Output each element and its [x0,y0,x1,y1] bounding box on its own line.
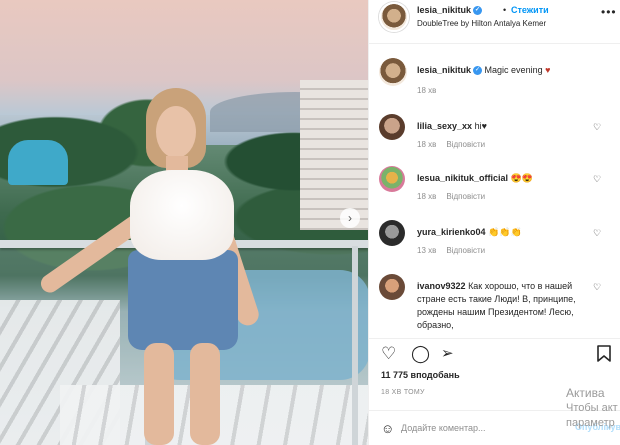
comment-time: 13 хв [417,246,437,255]
comment-like-heart-icon[interactable]: ♡ [593,228,601,239]
comment-meta: 13 хв Відповісти [417,246,485,255]
author-avatar[interactable] [379,2,409,32]
water-slide [8,140,68,185]
caption-avatar[interactable] [379,58,407,86]
comment-body: hi♥ [474,121,487,131]
railing-post [352,246,358,445]
windows-activation-watermark: Актива Чтобы акт параметр [566,386,620,431]
comment-body: 😍😍 [510,173,533,183]
comment-icon[interactable]: ◯ [411,345,430,363]
woman-leg-left [144,343,174,445]
chevron-right-icon: › [348,211,352,225]
reply-link[interactable]: Відповісти [446,192,485,201]
woman-figure [37,88,310,445]
feather-top [130,170,234,260]
commenter-avatar[interactable] [379,166,405,192]
comment-text: lilia_sexy_xx hi♥ [417,120,593,133]
reply-link[interactable]: Відповісти [446,140,485,149]
commenter-avatar[interactable] [379,274,405,300]
denim-shorts [128,250,238,350]
comment-text: ivanov9322 Как хорошо, что в нашей стран… [417,280,593,332]
post-header: lesia_nikituk ✓ • Стежити DoubleTree by H… [369,0,620,44]
post-location[interactable]: DoubleTree by Hilton Antalya Kemer [417,19,546,28]
hotel-building [300,80,368,230]
comment-text: yura_kirienko04 👏👏👏 [417,226,593,239]
caption-meta: 18 хв [417,86,436,95]
watermark-line-2: Чтобы акт [566,402,618,414]
caption-body: Magic evening [484,65,543,75]
woman-leg-right [190,343,220,445]
caption-username[interactable]: lesia_nikituk [417,65,471,75]
comment-meta: 18 хв Відповісти [417,192,485,201]
share-icon[interactable]: ➢ [441,345,454,363]
author-username[interactable]: lesia_nikituk ✓ [417,5,483,16]
post-photo[interactable]: › [0,0,368,445]
commenter-username[interactable]: lilia_sexy_xx [417,121,472,131]
comment-time: 18 хв [417,192,437,201]
comments-list[interactable]: lesia_nikituk ✓ Magic evening ♥ 18 хв lil… [369,50,620,340]
emoji-smile-icon[interactable]: ☺ [381,421,394,436]
comment-text: lesua_nikituk_official 😍😍 [417,172,593,185]
reply-link[interactable]: Відповісти [446,246,485,255]
commenter-avatar[interactable] [379,220,405,246]
follow-button[interactable]: Стежити [511,5,549,15]
commenter-username[interactable]: ivanov9322 [417,281,466,291]
post-time[interactable]: 18 ХВ ТОМУ [381,389,425,396]
post-details-panel: lesia_nikituk ✓ • Стежити DoubleTree by H… [368,0,620,445]
bookmark-icon[interactable] [597,345,611,367]
more-options-icon[interactable]: ••• [601,5,617,19]
comment-body: 👏👏👏 [488,227,522,237]
heart-emoji: ♥ [545,65,551,75]
verified-badge-icon: ✓ [473,66,483,76]
heart-icon[interactable]: ♡ [381,345,396,363]
likes-count[interactable]: 11 775 вподобань [381,370,460,380]
verified-badge-icon: ✓ [473,6,483,16]
comment-meta: 18 хв Відповісти [417,140,485,149]
caption-time: 18 хв [417,86,437,95]
watermark-line-3: параметр [566,417,615,429]
commenter-username[interactable]: yura_kirienko04 [417,227,486,237]
commenter-avatar[interactable] [379,114,405,140]
watermark-line-1: Актива [566,386,605,400]
comment-input[interactable] [401,419,561,437]
caption-text: lesia_nikituk ✓ Magic evening ♥ [417,64,593,77]
comment-time: 18 хв [417,140,437,149]
next-photo-button[interactable]: › [340,208,360,228]
header-separator: • [503,5,507,15]
comment-like-heart-icon[interactable]: ♡ [593,174,601,185]
commenter-username[interactable]: lesua_nikituk_official [417,173,508,183]
comment-like-heart-icon[interactable]: ♡ [593,122,601,133]
instagram-post: › lesia_nikituk ✓ • Стежити DoubleTree by… [0,0,620,445]
post-actions-bar: ♡ ◯ ➢ [369,338,620,368]
comment-like-heart-icon[interactable]: ♡ [593,282,601,293]
woman-face [156,106,196,158]
